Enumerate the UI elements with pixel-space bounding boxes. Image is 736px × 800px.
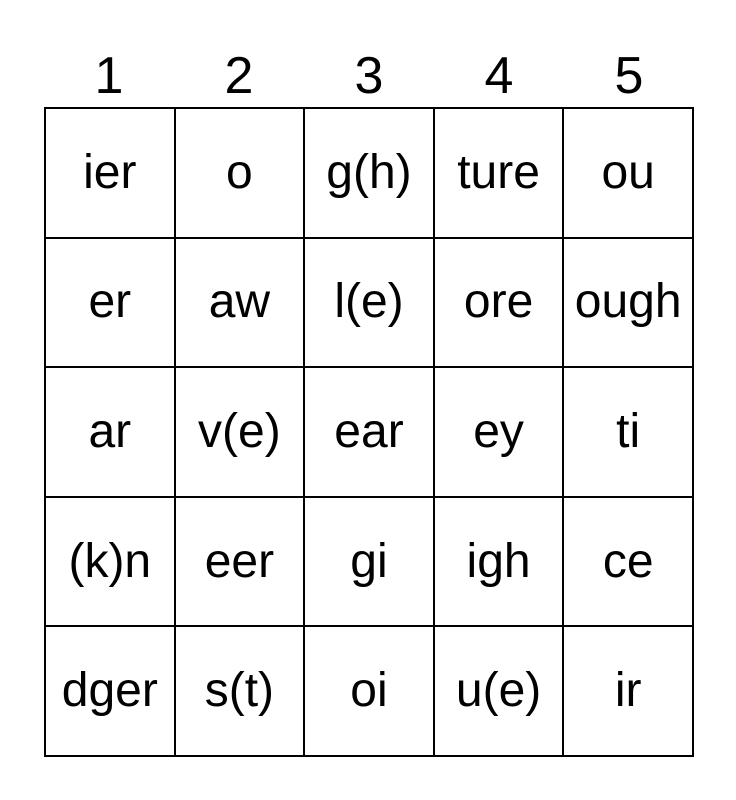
bingo-cell-r3c2[interactable]: v(e) — [175, 368, 306, 498]
bingo-cell-r2c2[interactable]: aw — [175, 238, 306, 369]
bingo-cell-r4c2[interactable]: eer — [175, 497, 306, 628]
bingo-cell-label: dger — [61, 664, 158, 718]
bingo-cell-label: (k)n — [68, 534, 152, 588]
bingo-cell-r5c5[interactable]: ir — [564, 627, 694, 757]
bingo-cell-label: ce — [602, 534, 654, 588]
bingo-cell-label: ir — [614, 664, 642, 718]
bingo-cell-label: ti — [616, 404, 641, 458]
bingo-cell-label: ou — [601, 145, 655, 199]
bingo-cell-label: o — [226, 145, 253, 199]
bingo-cell-r3c5[interactable]: ti — [564, 368, 694, 498]
column-header-2: 2 — [224, 47, 254, 105]
bingo-cell-label: u(e) — [455, 664, 542, 718]
bingo-cell-label: l(e) — [334, 275, 404, 329]
bingo-cell-label: ear — [334, 404, 404, 458]
table-row: ar v(e) ear ey ti — [46, 368, 694, 498]
bingo-cell-label: eer — [204, 534, 275, 588]
bingo-cell-r1c3[interactable]: g(h) — [305, 109, 435, 239]
column-header-4: 4 — [484, 47, 514, 105]
column-header-row: 1 2 3 4 5 — [44, 36, 694, 102]
bingo-cell-r1c4[interactable]: ture — [434, 109, 565, 239]
bingo-cell-r2c3[interactable]: l(e) — [305, 238, 435, 369]
bingo-card: 1 2 3 4 5 ier o g(h) ture ou er aw l(e) … — [0, 0, 736, 800]
bingo-cell-label: s(t) — [204, 664, 275, 718]
bingo-cell-label: ey — [473, 404, 524, 458]
bingo-cell-label: ough — [574, 275, 682, 329]
bingo-cell-r1c2[interactable]: o — [175, 109, 306, 239]
bingo-cell-r5c2[interactable]: s(t) — [175, 627, 306, 757]
bingo-cell-r3c4[interactable]: ey — [434, 368, 565, 498]
bingo-cell-label: v(e) — [198, 404, 281, 458]
table-row: (k)n eer gi igh ce — [46, 497, 694, 628]
bingo-cell-label: ture — [457, 145, 540, 199]
bingo-cell-r3c3[interactable]: ear — [305, 368, 435, 498]
bingo-cell-r2c5[interactable]: ough — [564, 238, 694, 369]
table-row: er aw l(e) ore ough — [46, 238, 694, 369]
bingo-cell-r4c4[interactable]: igh — [434, 497, 565, 628]
bingo-cell-label: ar — [88, 404, 132, 458]
bingo-cell-r5c1[interactable]: dger — [46, 627, 176, 757]
table-row: ier o g(h) ture ou — [46, 109, 694, 239]
bingo-cell-label: g(h) — [326, 145, 412, 199]
bingo-cell-r2c4[interactable]: ore — [434, 238, 565, 369]
bingo-cell-r1c5[interactable]: ou — [564, 109, 694, 239]
column-header-1: 1 — [94, 47, 124, 105]
bingo-cell-r5c4[interactable]: u(e) — [434, 627, 565, 757]
bingo-cell-r4c5[interactable]: ce — [564, 497, 694, 628]
column-header-5: 5 — [614, 47, 644, 105]
bingo-cell-r4c3[interactable]: gi — [305, 497, 435, 628]
bingo-cell-label: igh — [466, 534, 531, 588]
column-header-3: 3 — [354, 47, 384, 105]
bingo-cell-label: ore — [463, 275, 534, 329]
bingo-cell-label: aw — [208, 275, 271, 329]
bingo-cell-label: ier — [83, 145, 137, 199]
bingo-cell-r1c1[interactable]: ier — [46, 109, 176, 239]
table-row: dger s(t) oi u(e) ir — [46, 627, 694, 757]
bingo-cell-r5c3[interactable]: oi — [305, 627, 435, 757]
bingo-grid: ier o g(h) ture ou er aw l(e) ore ough a… — [44, 107, 694, 757]
bingo-cell-label: gi — [350, 534, 388, 588]
bingo-cell-r3c1[interactable]: ar — [46, 368, 176, 498]
bingo-cell-r2c1[interactable]: er — [46, 238, 176, 369]
bingo-cell-label: oi — [350, 664, 388, 718]
bingo-cell-r4c1[interactable]: (k)n — [46, 497, 176, 628]
bingo-cell-label: er — [88, 275, 132, 329]
